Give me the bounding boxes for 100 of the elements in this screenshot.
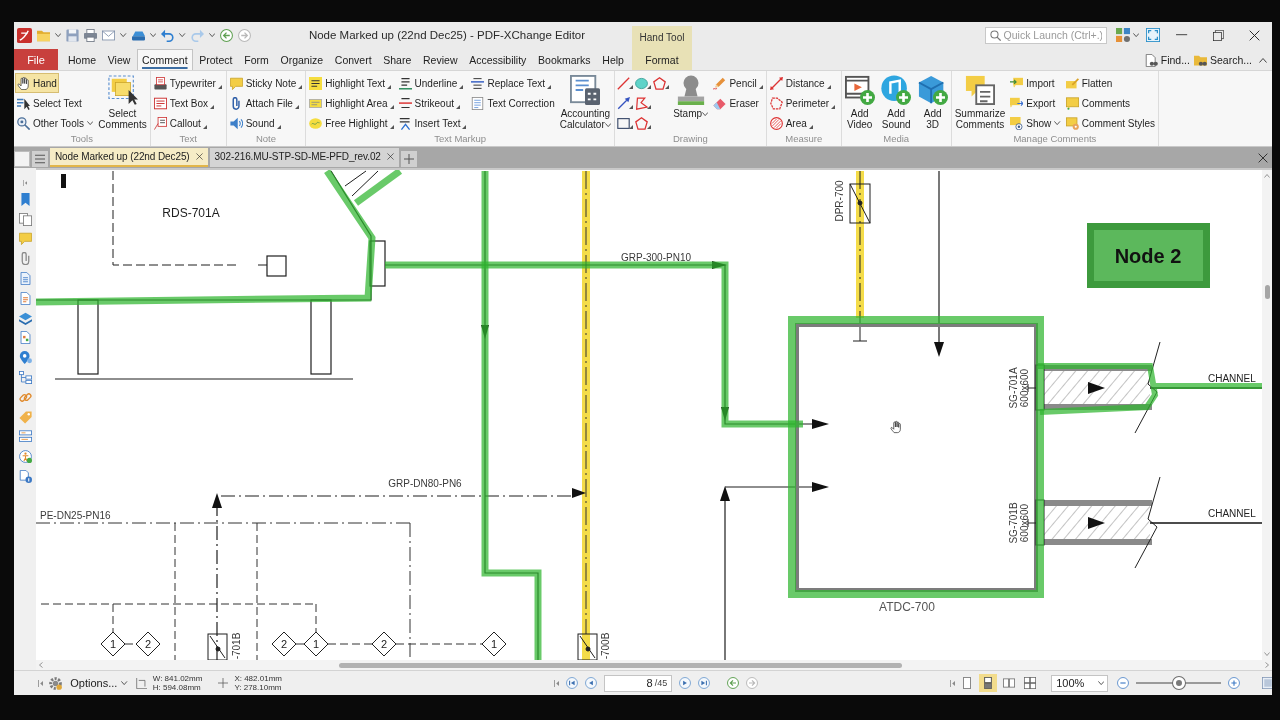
ribbon-tab[interactable]: Home [63, 49, 101, 70]
caret-icon[interactable] [55, 33, 62, 37]
scroll-right-icon[interactable] [1265, 662, 1269, 668]
plus-icon[interactable] [400, 151, 417, 167]
ribbon-tab[interactable]: Protect [194, 49, 238, 70]
caret-icon[interactable] [208, 33, 215, 37]
speech-note-icon[interactable] [18, 232, 32, 246]
ribbon-tab[interactable]: Help [597, 49, 629, 70]
zoom-level-select[interactable]: 100% [1051, 674, 1109, 692]
ribbon-tool-button[interactable]: Strikeout [396, 93, 462, 113]
ribbon-large-button[interactable]: Stamp [671, 73, 711, 119]
panel-toggle-icon[interactable] [14, 151, 30, 167]
ribbon-tool-button[interactable]: Highlight Area [307, 93, 396, 113]
header-search-button[interactable]: Search... [1191, 50, 1254, 70]
caret-icon[interactable] [1132, 33, 1139, 37]
arrow-icon[interactable] [617, 96, 631, 110]
caret-icon[interactable] [179, 33, 186, 37]
pdf-logo-icon[interactable] [17, 27, 32, 43]
collapse-marker-icon[interactable] [554, 679, 560, 687]
tiles-gear-icon[interactable] [1115, 28, 1130, 42]
ribbon-tool-button[interactable]: Other Tools [15, 113, 96, 133]
ribbon-tool-button[interactable]: Free Highlight [307, 113, 396, 133]
ribbon-tool-button[interactable]: Attach File [227, 93, 301, 113]
file-menu-button[interactable]: File [14, 49, 58, 70]
zoom-in-icon[interactable] [1228, 677, 1241, 689]
line-icon[interactable] [617, 76, 631, 90]
scanner-icon[interactable] [131, 28, 145, 42]
vertical-scrollbar[interactable] [1262, 170, 1272, 660]
layers-icon[interactable] [18, 311, 32, 325]
ribbon-tool-button[interactable]: Distance [767, 73, 833, 93]
header-search-button[interactable]: Find... [1142, 50, 1192, 70]
ribbon-tool-button[interactable]: Select Text [15, 93, 84, 113]
caret-icon[interactable] [149, 33, 157, 37]
ribbon-large-button[interactable]: Accounting Calculator [557, 73, 614, 130]
ellipse-icon[interactable] [635, 76, 649, 90]
caret-icon[interactable] [120, 33, 127, 37]
chain-link-icon[interactable] [18, 390, 32, 404]
ribbon-tool-button[interactable]: Export [1008, 93, 1058, 113]
collapse-marker-icon[interactable] [38, 679, 44, 687]
ribbon-large-button[interactable]: Select Comments [96, 73, 149, 130]
ribbon-large-button[interactable]: Add Sound [879, 73, 914, 130]
printer-icon[interactable] [84, 28, 98, 42]
document-icon[interactable] [18, 291, 32, 305]
rectangle-icon[interactable] [617, 116, 631, 130]
scroll-down-icon[interactable] [1264, 652, 1270, 656]
forward-arrow-icon[interactable] [237, 28, 251, 42]
collapse-caret-icon[interactable] [1259, 57, 1267, 63]
panel-icon[interactable] [1262, 677, 1272, 689]
minimize-icon[interactable] [1176, 34, 1188, 36]
fullscreen-icon[interactable] [1146, 28, 1160, 42]
quick-launch-field[interactable]: Quick Launch (Ctrl+.) [984, 26, 1107, 44]
ribbon-tool-button[interactable]: Import [1008, 73, 1057, 93]
scrollbar-thumb[interactable] [339, 662, 902, 668]
close-icon[interactable] [1258, 152, 1268, 163]
ribbon-tool-button[interactable]: Flatten [1063, 73, 1115, 93]
ribbon-tool-button[interactable]: Text Correction [469, 93, 557, 113]
pentagon-icon[interactable] [653, 76, 667, 90]
page-number-field[interactable]: 8 /45 [604, 674, 673, 692]
pentagon-icon[interactable] [635, 116, 649, 130]
ribbon-large-button[interactable]: Add Video [842, 73, 877, 130]
document-info-icon[interactable] [18, 469, 32, 483]
ribbon-tab[interactable]: Convert [329, 49, 377, 70]
close-icon[interactable] [1248, 29, 1260, 41]
ribbon-tool-button[interactable]: Replace Text [469, 73, 554, 93]
previous-page-icon[interactable] [585, 677, 598, 689]
ribbon-tool-button[interactable]: Sound [227, 113, 283, 133]
zoom-slider-thumb[interactable] [1172, 677, 1185, 689]
location-pin-icon[interactable] [18, 351, 32, 365]
context-ribbon-tab[interactable]: Format [632, 48, 692, 70]
ribbon-tool-button[interactable]: Area [767, 113, 815, 133]
ribbon-tool-button[interactable]: Insert Text [396, 113, 469, 133]
ribbon-tool-button[interactable]: Sticky Note [227, 73, 305, 93]
envelope-icon[interactable] [102, 28, 116, 42]
continuous-pages-icon[interactable] [979, 674, 998, 692]
tree-icon[interactable] [18, 370, 32, 384]
accessibility-icon[interactable] [18, 450, 32, 464]
form-fields-icon[interactable] [18, 430, 32, 444]
ribbon-tool-button[interactable]: Callout [151, 113, 209, 133]
pages-icon[interactable] [18, 212, 32, 226]
back-arrow-icon[interactable] [727, 677, 740, 689]
ribbon-tool-button[interactable]: Hand [15, 73, 59, 93]
document-icon[interactable] [18, 331, 32, 345]
zoom-out-icon[interactable] [1117, 677, 1130, 689]
document-tab[interactable]: 302-216.MU-STP-SD-ME-PFD_rev.02 [209, 148, 399, 167]
ribbon-tool-button[interactable]: Typewriter [151, 73, 224, 93]
ribbon-tool-button[interactable]: Eraser [711, 93, 761, 113]
ribbon-tool-button[interactable]: Text Box [151, 93, 217, 113]
horizontal-scrollbar[interactable] [36, 660, 1272, 670]
bookmark-icon[interactable] [18, 192, 32, 206]
document-tab[interactable]: Node Marked up (22nd Dec25) [50, 148, 208, 167]
ribbon-tool-button[interactable]: Show [1008, 113, 1063, 133]
ribbon-tab[interactable]: Bookmarks [533, 49, 596, 70]
options-button[interactable]: Options... [68, 677, 130, 689]
next-page-icon[interactable] [679, 677, 692, 689]
ribbon-large-button[interactable]: Summarize Comments [952, 73, 1008, 130]
ribbon-tab[interactable]: Review [418, 49, 463, 70]
gear-icon[interactable] [49, 676, 63, 690]
undo-arrow-icon[interactable] [161, 28, 175, 42]
ribbon-tool-button[interactable]: Perimeter [767, 93, 838, 113]
ribbon-large-button[interactable]: Add 3D [915, 73, 950, 130]
